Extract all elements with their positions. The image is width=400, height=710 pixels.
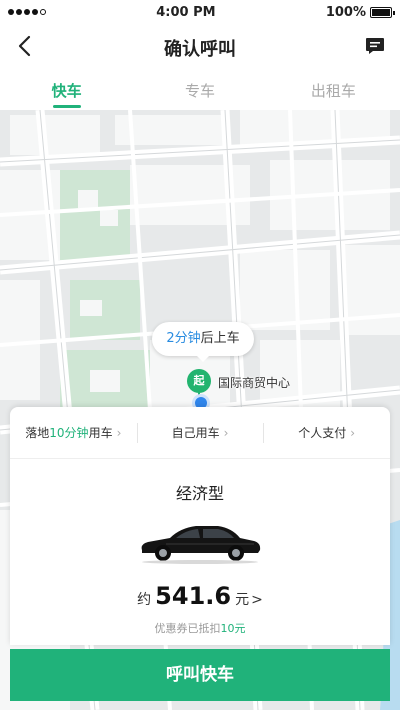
ride-options-bar: 落地 10分钟 用车 › 自己用车 › 个人支付 ›	[10, 407, 390, 459]
payment-option[interactable]: 个人支付 ›	[263, 407, 390, 458]
status-time: 4:00 PM	[156, 4, 216, 20]
price-estimate[interactable]: 约 541.6 元 >	[10, 582, 390, 610]
passenger-option[interactable]: 自己用车 ›	[136, 407, 264, 458]
battery-icon	[370, 6, 395, 18]
message-button[interactable]	[364, 35, 386, 57]
ride-summary-card: 落地 10分钟 用车 › 自己用车 › 个人支付 › 经济型 约 541.6 元 > 优惠券已抵…	[10, 407, 390, 645]
landing-time-value: 10分钟	[49, 426, 89, 440]
battery-percent: 100%	[325, 4, 366, 20]
call-express-button[interactable]: 呼叫快车	[10, 649, 390, 701]
chevron-right-icon: ›	[223, 425, 229, 440]
pickup-eta-time: 2分钟	[166, 331, 201, 346]
ride-type-tabs: 快车 专车 出租车	[0, 70, 400, 110]
tab-taxi[interactable]: 出租车	[267, 70, 400, 110]
status-bar: 4:00 PM 100%	[0, 0, 400, 24]
message-icon	[366, 38, 384, 54]
pickup-place-label: 国际商贸中心	[218, 376, 291, 390]
chevron-right-icon: ›	[350, 425, 356, 440]
tab-express[interactable]: 快车	[0, 70, 133, 110]
chevron-right-icon: >	[251, 592, 263, 608]
tab-premier[interactable]: 专车	[133, 70, 266, 110]
coupon-info: 优惠券已抵扣10元	[154, 622, 246, 635]
car-image	[141, 526, 261, 564]
header: 确认呼叫	[0, 24, 400, 68]
coupon-amount: 10元	[220, 622, 246, 635]
page-title: 确认呼叫	[164, 39, 236, 60]
landing-time-option[interactable]: 落地 10分钟 用车 ›	[10, 407, 137, 458]
pickup-eta-bubble: 2分钟后上车	[152, 322, 254, 362]
chevron-right-icon: ›	[116, 425, 122, 440]
car-type-label: 经济型	[175, 484, 224, 503]
start-pin-icon: 起	[187, 369, 211, 393]
pickup-eta-suffix: 后上车	[200, 331, 240, 346]
price-value: 541.6	[155, 582, 232, 610]
signal-icon	[8, 9, 46, 15]
